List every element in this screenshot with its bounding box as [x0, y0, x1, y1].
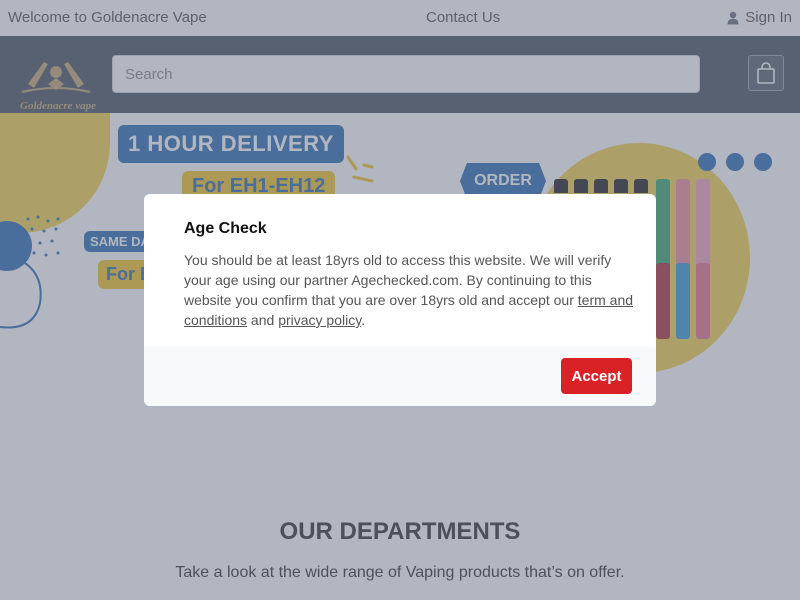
modal-title: Age Check: [184, 220, 267, 237]
accept-button[interactable]: Accept: [561, 358, 632, 394]
privacy-policy-link[interactable]: privacy policy: [278, 312, 361, 328]
modal-body: You should be at least 18yrs old to acce…: [184, 250, 636, 330]
modal-footer: Accept: [144, 346, 656, 406]
modal-and-text: and: [247, 312, 279, 328]
modal-period: .: [361, 312, 366, 328]
modal-body-text: You should be at least 18yrs old to acce…: [184, 252, 612, 308]
age-check-modal: Age Check You should be at least 18yrs o…: [144, 194, 656, 406]
